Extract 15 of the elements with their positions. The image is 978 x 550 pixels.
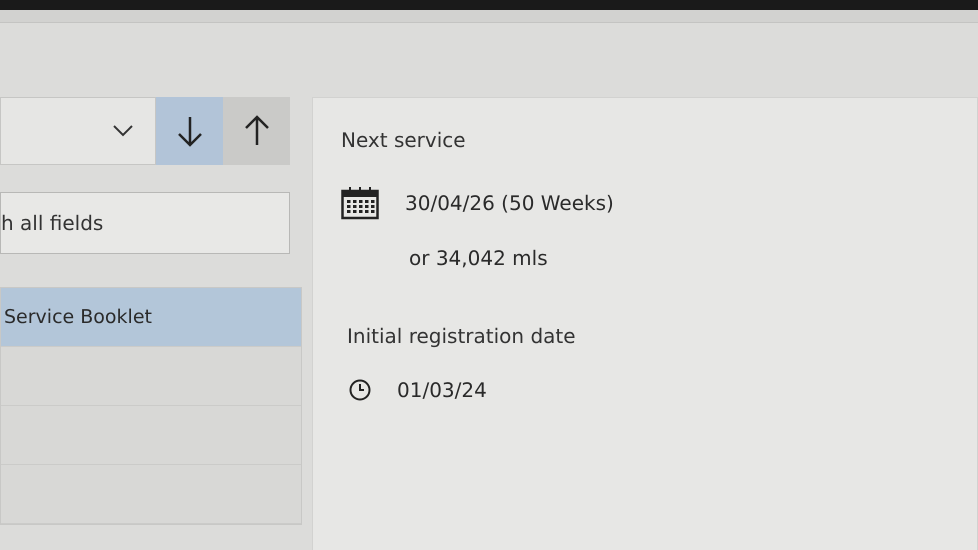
search-field[interactable]: h all fields xyxy=(0,192,290,254)
calendar-icon xyxy=(341,186,379,220)
arrow-down-icon xyxy=(176,115,202,147)
clock-icon xyxy=(349,379,371,401)
sort-button[interactable] xyxy=(156,97,223,165)
next-service-date: 30/04/26 (50 Weeks) xyxy=(405,191,614,215)
chevron-down-icon xyxy=(113,125,133,137)
arrow-up-icon xyxy=(244,115,270,147)
list-item[interactable]: Service Booklet xyxy=(1,288,301,347)
sort-button[interactable] xyxy=(223,97,290,165)
section-title: Initial registration date xyxy=(347,324,577,348)
registration-date: 01/03/24 xyxy=(397,378,487,402)
next-service-mileage: or 34,042 mls xyxy=(409,246,549,270)
section-title: Next service xyxy=(341,128,467,152)
list-item[interactable] xyxy=(1,347,301,406)
